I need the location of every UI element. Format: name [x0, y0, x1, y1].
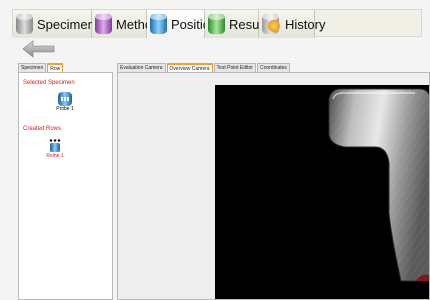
tab-result[interactable]: Result: [205, 10, 266, 38]
camera-tab-bar: Evaluation Camera Overview Camera Test P…: [117, 63, 291, 73]
row-item-label: Reihe 1: [46, 153, 64, 159]
result-icon: [208, 14, 225, 34]
row-icon: [48, 139, 62, 153]
created-rows-heading: Created Rows: [23, 126, 62, 132]
left-tab-bar: Specimen Row: [18, 63, 64, 73]
method-icon: [95, 14, 112, 34]
tab-method[interactable]: Method: [92, 10, 159, 38]
history-icon: [262, 14, 281, 34]
tab-specimen[interactable]: Specimen: [13, 10, 95, 38]
tab-position[interactable]: Position: [147, 10, 217, 38]
overview-camera-image[interactable]: [215, 85, 429, 299]
specimen-item-label: Probe 1: [56, 106, 74, 112]
tab-coordinates[interactable]: Coordinates: [256, 63, 290, 72]
back-arrow-icon[interactable]: [23, 40, 55, 58]
module-tab-bar: Specimen Method Position Result History: [12, 9, 422, 38]
specimen-item-probe-1[interactable]: Probe 1: [50, 92, 80, 112]
tab-history-label: History: [285, 16, 326, 32]
tab-evaluation-camera[interactable]: Evaluation Camera: [117, 63, 166, 72]
row-panel: Selected Specimen Probe 1 Created Rows R…: [18, 72, 113, 300]
specimen-icon: [16, 14, 33, 34]
selected-specimen-heading: Selected Specimen: [23, 80, 75, 86]
row-item-reihe-1[interactable]: Reihe 1: [40, 139, 70, 159]
tab-specimen-label: Specimen: [37, 16, 95, 32]
camera-view-panel: [117, 72, 430, 300]
specimen-icon: [58, 92, 72, 106]
tab-left-specimen[interactable]: Specimen: [18, 63, 47, 72]
tab-history[interactable]: History: [259, 10, 325, 38]
rail-specimen-image: [328, 88, 429, 282]
tab-test-point-editor[interactable]: Test Point Editor: [213, 63, 256, 72]
position-icon: [150, 14, 167, 34]
